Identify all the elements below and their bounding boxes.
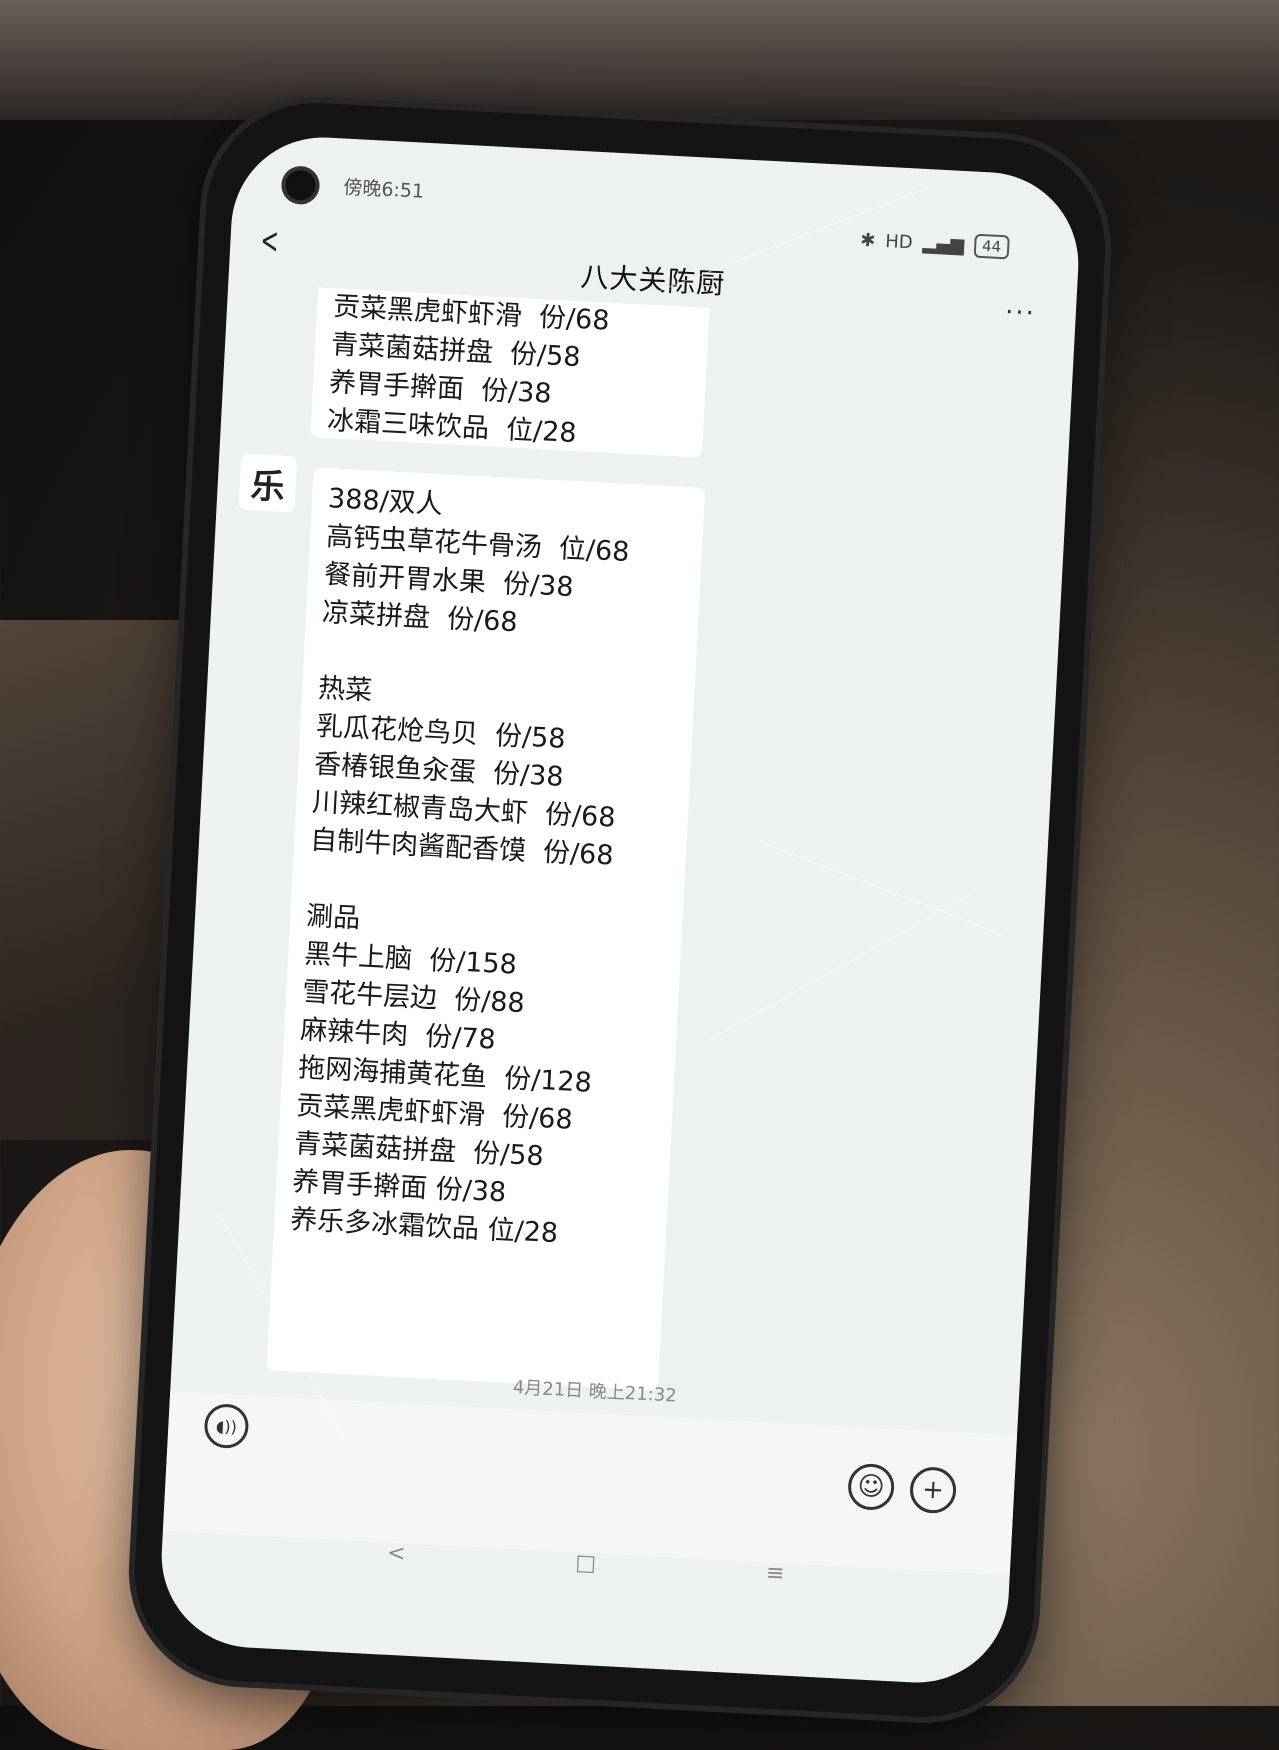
plus-icon: + [921,1474,945,1506]
battery-icon: 44 [973,233,1010,260]
front-camera [280,165,321,206]
bluetooth-icon: ✱ [859,229,876,251]
more-button[interactable]: ··· [1004,297,1036,329]
contact-avatar[interactable]: 乐 [238,453,298,513]
status-icons: ✱ HD ▂▄▆ 44 [860,228,1010,260]
nav-home-icon[interactable]: □ [575,1550,597,1576]
screen-crack [709,893,973,1040]
phone: 傍晚6:51 ✱ HD ▂▄▆ 44 < 八大关陈厨 ··· 贡菜黑虎虾虾滑 份… [129,97,1111,1723]
message-bubble-menu[interactable]: 388/双人 高钙虫草花牛骨汤 位/68 餐前开胃水果 份/38 凉菜拼盘 份/… [266,467,706,1391]
background-wall [0,0,1279,120]
message-bubble-previous[interactable]: 贡菜黑虎虾虾滑 份/68 青菜菌菇拼盘 份/58 养胃手擀面 份/38 冰霜三味… [310,287,710,458]
hd-badge: HD [884,230,914,253]
status-time: 傍晚6:51 [342,176,425,203]
voice-icon: ◖)) [215,1416,238,1437]
nav-back-icon[interactable]: < [386,1540,406,1566]
nav-menu-icon[interactable]: ≡ [765,1560,785,1586]
emoji-icon: ☺ [856,1471,886,1503]
signal-icon: ▂▄▆ [922,232,965,256]
screen-crack [759,841,1003,936]
phone-screen: 傍晚6:51 ✱ HD ▂▄▆ 44 < 八大关陈厨 ··· 贡菜黑虎虾虾滑 份… [157,132,1083,1688]
